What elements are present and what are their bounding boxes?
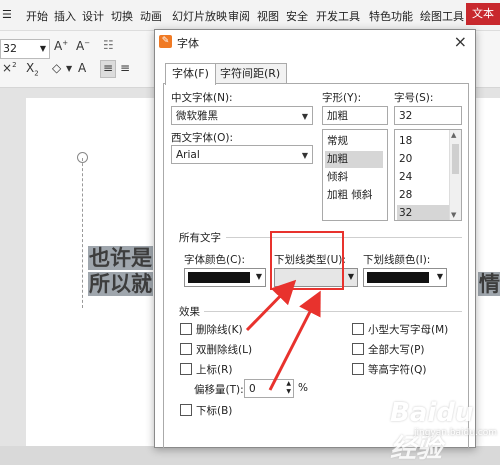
annotation-arrow: [245, 279, 297, 332]
tab-font[interactable]: 字体(F): [165, 63, 216, 85]
annotation-arrows: [245, 279, 321, 391]
annotation-arrow: [268, 290, 321, 391]
baidu-watermark-url: jingyan.baidu.com: [414, 428, 498, 438]
